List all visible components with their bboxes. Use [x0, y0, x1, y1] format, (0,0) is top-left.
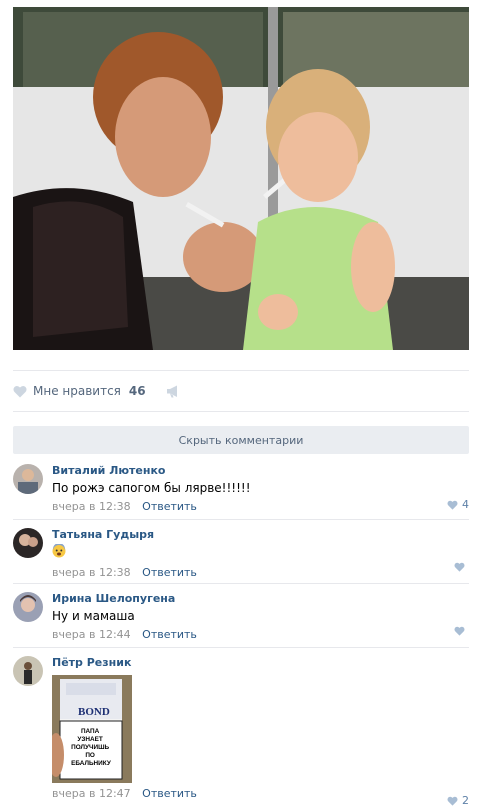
- comment-author[interactable]: Татьяна Гудыря: [52, 528, 469, 541]
- comment-time[interactable]: вчера в 12:38: [52, 500, 131, 513]
- comment-item: Татьяна Гудыря вчера в 12:38 Ответить: [13, 528, 469, 584]
- like-label: Мне нравится: [33, 384, 121, 398]
- reply-button[interactable]: Ответить: [142, 500, 197, 513]
- warning-line-5: ЕБАЛЬНИКУ: [71, 760, 112, 767]
- comment-time[interactable]: вчера в 12:47: [52, 787, 131, 800]
- reply-button[interactable]: Ответить: [142, 566, 197, 579]
- hide-comments-button[interactable]: Скрыть комментарии: [13, 426, 469, 454]
- comment-text: Ну и мамаша: [52, 609, 135, 623]
- megaphone-icon[interactable]: [166, 385, 181, 398]
- fearful-face-emoji: [52, 544, 66, 558]
- comment-like-count: 2: [462, 794, 469, 807]
- comment-like-button[interactable]: 2: [447, 794, 469, 807]
- avatar[interactable]: [13, 528, 43, 558]
- warning-line-1: ПАПА: [81, 728, 100, 735]
- comment-item: Пётр Резник BOND ПАПА УЗНАЕТ ПОЛУЧИШЬ ПО…: [13, 656, 469, 807]
- avatar[interactable]: [13, 592, 43, 622]
- warning-line-4: ПО: [85, 752, 95, 759]
- like-button[interactable]: Мне нравится 46: [13, 384, 146, 398]
- heart-icon: [447, 500, 458, 510]
- comment-author[interactable]: Пётр Резник: [52, 656, 469, 669]
- warning-line-2: УЗНАЕТ: [77, 736, 102, 743]
- comment-item: Ирина Шелопугена Ну и мамаша вчера в 12:…: [13, 592, 469, 648]
- comment-item: Виталий Лютенко По рожэ сапогом бы лярве…: [13, 464, 469, 520]
- comment-time[interactable]: вчера в 12:44: [52, 628, 131, 641]
- avatar[interactable]: [13, 656, 43, 686]
- comment-like-button[interactable]: 4: [447, 498, 469, 511]
- heart-icon: [454, 626, 465, 636]
- warning-line-3: ПОЛУЧИШЬ: [71, 744, 109, 751]
- comment-attached-photo[interactable]: BOND ПАПА УЗНАЕТ ПОЛУЧИШЬ ПО ЕБАЛЬНИКУ: [52, 675, 132, 783]
- cigarette-brand: BOND: [78, 706, 110, 718]
- comment-text: По рожэ сапогом бы лярве!!!!!!: [52, 481, 251, 495]
- like-count: 46: [128, 384, 146, 398]
- comment-author[interactable]: Ирина Шелопугена: [52, 592, 469, 605]
- post-actions-bar: Мне нравится 46: [13, 370, 469, 412]
- heart-icon: [454, 562, 465, 572]
- reply-button[interactable]: Ответить: [142, 628, 197, 641]
- heart-icon: [447, 796, 458, 806]
- post-photo[interactable]: [13, 7, 469, 350]
- comment-like-button[interactable]: [454, 626, 469, 636]
- comment-time[interactable]: вчера в 12:38: [52, 566, 131, 579]
- reply-button[interactable]: Ответить: [142, 787, 197, 800]
- comment-like-count: 4: [462, 498, 469, 511]
- comment-author[interactable]: Виталий Лютенко: [52, 464, 469, 477]
- avatar[interactable]: [13, 464, 43, 494]
- comment-like-button[interactable]: [454, 562, 469, 572]
- heart-icon: [13, 385, 27, 397]
